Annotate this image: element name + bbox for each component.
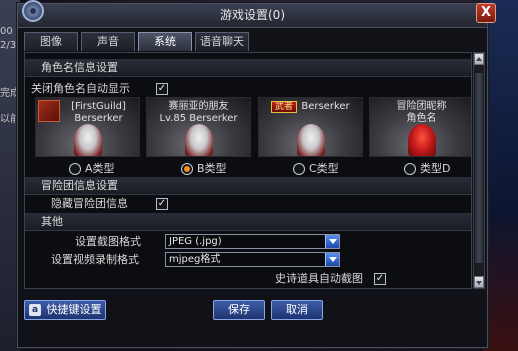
scroll-thumb[interactable] — [475, 73, 483, 263]
name-style-card-b[interactable]: 赛丽亚的朋友 Lv.85 Berserker — [146, 97, 251, 157]
name-style-option-a[interactable]: A类型 — [69, 162, 115, 176]
option-a-label: A类型 — [85, 162, 115, 175]
tab-sound[interactable]: 声音 — [81, 32, 135, 51]
radio-b[interactable] — [181, 163, 193, 175]
screenshot-format-select[interactable]: JPEG (.jpg) — [165, 234, 340, 249]
radio-d[interactable] — [404, 163, 416, 175]
radio-c[interactable] — [293, 163, 305, 175]
gear-center-icon — [30, 8, 36, 14]
screenshot-format-label: 设置截图格式 — [75, 235, 141, 248]
keyboard-icon: a — [29, 304, 41, 316]
name-style-card-c[interactable]: 武者 Berserker — [258, 97, 363, 157]
settings-content: 角色名信息设置 关闭角色名自动显示 ✓ [FirstGuild] Berserk… — [24, 52, 472, 289]
close-icon[interactable]: X — [476, 3, 496, 23]
section-header-adventure-group: 冒险团信息设置 — [25, 177, 471, 195]
hide-character-name-label: 关闭角色名自动显示 — [31, 82, 130, 95]
character-sprite-icon — [185, 124, 213, 156]
background-right-panel — [483, 0, 518, 351]
character-sprite-icon — [408, 124, 436, 156]
tab-graphics[interactable]: 图像 — [24, 32, 78, 51]
save-button[interactable]: 保存 — [213, 300, 265, 320]
chevron-down-icon[interactable] — [325, 235, 339, 248]
name-style-card-a[interactable]: [FirstGuild] Berserker — [35, 97, 140, 157]
hide-character-name-checkbox[interactable]: ✓ — [156, 83, 168, 95]
video-format-value: mjpeg格式 — [169, 254, 221, 265]
name-style-card-d[interactable]: 冒险团昵称 角色名 — [369, 97, 471, 157]
card-c-line1: Berserker — [301, 101, 350, 112]
name-style-option-d[interactable]: 类型D — [404, 162, 450, 176]
option-b-label: B类型 — [197, 162, 227, 175]
tab-voice-chat[interactable]: 语音聊天 — [195, 32, 249, 51]
section-header-other: 其他 — [25, 213, 471, 231]
epic-auto-screenshot-label: 史诗道具自动截图 — [275, 272, 363, 285]
settings-scrollbar[interactable] — [473, 52, 485, 289]
tab-bar: 图像 声音 系统 语音聊天 — [24, 32, 249, 52]
video-format-label: 设置视频录制格式 — [51, 253, 139, 266]
name-style-option-c[interactable]: C类型 — [293, 162, 339, 176]
shortcut-settings-button[interactable]: a 快捷键设置 — [24, 300, 106, 320]
scroll-down-icon[interactable] — [474, 276, 484, 288]
character-sprite-icon — [74, 124, 102, 156]
window-title: 游戏设置(0) — [18, 4, 487, 28]
section-header-character-name: 角色名信息设置 — [25, 59, 471, 77]
hide-adventure-info-checkbox[interactable]: ✓ — [156, 198, 168, 210]
screenshot-format-value: JPEG (.jpg) — [169, 236, 222, 247]
chevron-down-icon[interactable] — [325, 253, 339, 266]
scroll-up-icon[interactable] — [474, 53, 484, 65]
option-c-label: C类型 — [309, 162, 339, 175]
tab-system[interactable]: 系统 — [138, 32, 192, 51]
name-style-option-b[interactable]: B类型 — [181, 162, 227, 176]
cancel-button[interactable]: 取消 — [271, 300, 323, 320]
option-d-label: 类型D — [420, 162, 451, 175]
radio-a[interactable] — [69, 163, 81, 175]
epic-auto-screenshot-checkbox[interactable]: ✓ — [374, 273, 386, 285]
settings-gear-icon[interactable] — [22, 0, 44, 22]
shortcut-settings-label: 快捷键设置 — [46, 303, 102, 316]
card-b-line1: 赛丽亚的朋友 — [168, 101, 229, 112]
video-format-select[interactable]: mjpeg格式 — [165, 252, 340, 267]
card-a-line1: [FirstGuild] — [71, 101, 126, 112]
character-sprite-icon — [297, 124, 325, 156]
hide-adventure-info-label: 隐藏冒险团信息 — [51, 197, 128, 210]
card-d-line1: 冒险团昵称 — [396, 101, 447, 112]
game-settings-window: 游戏设置(0) 图像 声音 系统 语音聊天 角色名信息设置 关闭角色名自动显示 … — [17, 3, 488, 348]
